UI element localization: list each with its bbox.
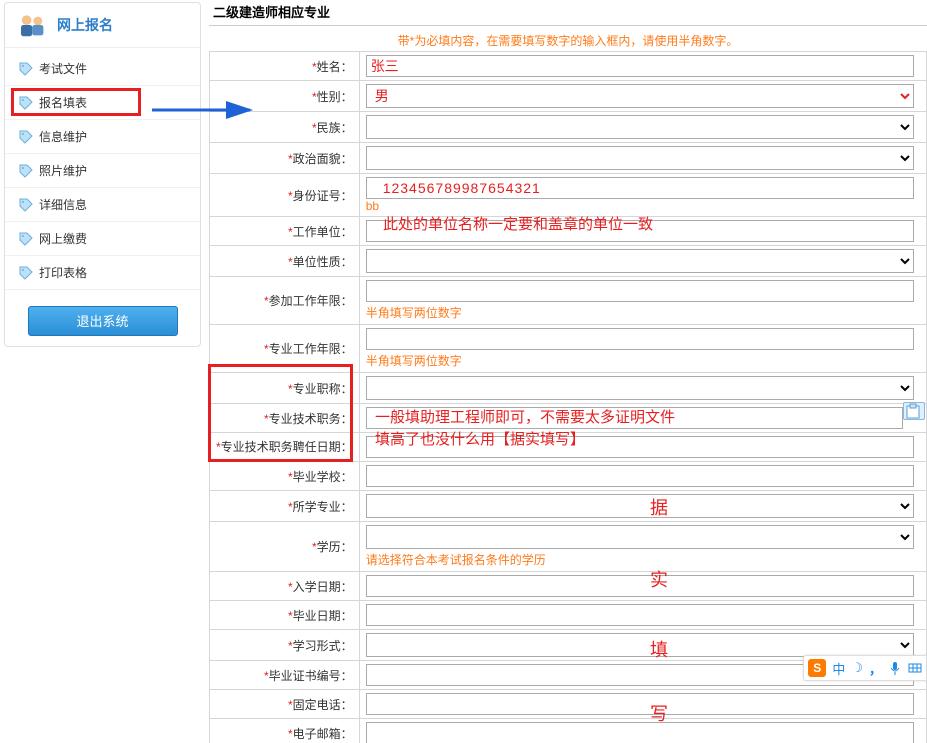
sidebar-menu: 考试文件 报名填表 信息维护 照片维护 详细信息 网上缴费 [5,48,200,294]
ime-comma[interactable]: ， [869,659,882,678]
label-workunit: *工作单位： [210,217,360,246]
label-protech: *专业技术职务： [210,404,360,433]
input-tel[interactable] [366,693,915,715]
tag-icon [19,266,33,280]
input-protech[interactable] [366,407,904,429]
label-major: *所学专业： [210,491,360,522]
input-idno[interactable] [366,177,915,199]
input-protechdate[interactable] [366,436,915,458]
select-unitnature[interactable] [366,249,915,273]
menu-label: 报名填表 [39,94,87,111]
ime-zhong[interactable]: 中 [832,659,845,678]
input-workunit[interactable] [366,220,915,242]
menu-label: 信息维护 [39,128,87,145]
label-email: *电子邮箱： [210,719,360,743]
ime-keyboard-icon[interactable] [908,661,922,675]
menu-label: 考试文件 [39,60,87,77]
label-gradschool: *毕业学校： [210,462,360,491]
input-workyears[interactable] [366,280,915,302]
label-protitle: *专业职称： [210,373,360,404]
menu-label: 网上缴费 [39,230,87,247]
label-certno: *毕业证书编号： [210,661,360,690]
tag-icon [19,130,33,144]
label-idno: *身份证号： [210,174,360,217]
tag-icon [19,62,33,76]
label-gender: *性别： [210,81,360,112]
label-tel: *固定电话： [210,690,360,719]
sogou-icon[interactable]: S [808,659,826,677]
menu-label: 照片维护 [39,162,87,179]
input-gradschool[interactable] [366,465,915,487]
input-proworkyears[interactable] [366,328,915,350]
edu-note: 请选择符合本考试报名条件的学历 [366,551,920,568]
select-gender[interactable]: 男 [366,84,915,108]
tag-icon [19,198,33,212]
select-ethnic[interactable] [366,115,915,139]
tag-icon [19,164,33,178]
sidebar: 网上报名 考试文件 报名填表 信息维护 照片维护 详细信息 [4,2,201,347]
menu-label: 详细信息 [39,196,87,213]
menu-item-fill-form[interactable]: 报名填表 [5,86,200,120]
label-protechdate: *专业技术职务聘任日期： [210,433,360,462]
clipboard-icon[interactable] [903,402,925,420]
workyears-note: 半角填写两位数字 [366,304,920,321]
ime-mic-icon[interactable] [888,661,902,675]
menu-item-detail-info[interactable]: 详细信息 [5,188,200,222]
label-enrolldate: *入学日期： [210,572,360,601]
input-graddate[interactable] [366,604,915,626]
input-name[interactable] [366,55,915,77]
ime-moon-icon[interactable]: ☽ [851,660,863,676]
sidebar-title: 网上报名 [57,15,113,35]
select-protitle[interactable] [366,376,915,400]
users-icon [17,11,49,39]
label-name: *姓名： [210,52,360,81]
label-workyears: *参加工作年限： [210,277,360,325]
menu-item-exam-docs[interactable]: 考试文件 [5,52,200,86]
label-graddate: *毕业日期： [210,601,360,630]
menu-label: 打印表格 [39,264,87,281]
main-content: 二级建造师相应专业 带*为必填内容，在需要填写数字的输入框内，请使用半角数字。 … [205,0,927,743]
select-edu[interactable] [366,525,915,549]
exit-button[interactable]: 退出系统 [28,306,178,336]
menu-item-info-maintain[interactable]: 信息维护 [5,120,200,154]
label-ethnic: *民族： [210,112,360,143]
label-politics: *政治面貌： [210,143,360,174]
tag-icon [19,232,33,246]
select-studyform[interactable] [366,633,915,657]
menu-item-online-pay[interactable]: 网上缴费 [5,222,200,256]
sidebar-header: 网上报名 [5,3,200,48]
label-studyform: *学习形式： [210,630,360,661]
input-enrolldate[interactable] [366,575,915,597]
label-edu: *学历： [210,522,360,572]
select-politics[interactable] [366,146,915,170]
form-hint: 带*为必填内容，在需要填写数字的输入框内，请使用半角数字。 [209,26,927,51]
ime-toolbar[interactable]: S 中 ☽ ， [803,655,927,681]
select-major[interactable] [366,494,915,518]
registration-form-table: *姓名： *性别： 男 *民族： *政治面貌： *身份证号： bb [209,51,927,743]
form-title: 二级建造师相应专业 [209,0,927,26]
idno-note: bb [366,199,920,213]
menu-item-print-table[interactable]: 打印表格 [5,256,200,290]
label-proworkyears: *专业工作年限： [210,325,360,373]
proworkyears-note: 半角填写两位数字 [366,352,920,369]
input-email[interactable] [366,722,915,743]
menu-item-photo-maintain[interactable]: 照片维护 [5,154,200,188]
tag-icon [19,96,33,110]
label-unitnature: *单位性质： [210,246,360,277]
